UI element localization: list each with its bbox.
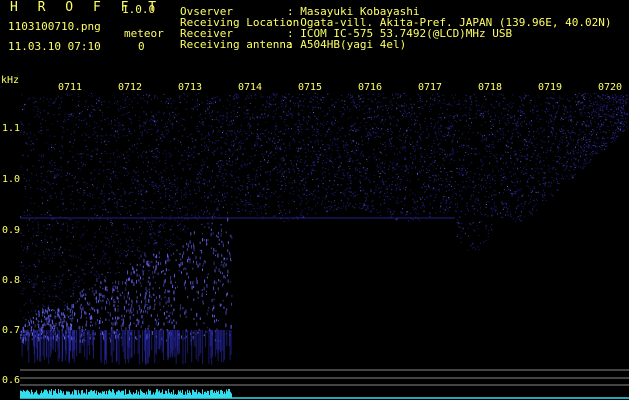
time-tick-0718: 0718 [478, 82, 502, 93]
time-tick-0717: 0717 [418, 82, 442, 93]
meteor-count: 0 [138, 40, 145, 53]
time-tick-0711: 0711 [58, 82, 82, 93]
freq-tick-0-6: 0.6 [2, 375, 20, 386]
antenna-label: Receiving antenna [180, 38, 293, 51]
app-version: 1.0.0 [122, 3, 156, 16]
freq-tick-1-1: 1.1 [2, 123, 20, 134]
time-tick-0715: 0715 [298, 82, 322, 93]
freq-tick-0-9: 0.9 [2, 225, 20, 236]
level-meter [20, 389, 629, 399]
noise-field [20, 93, 628, 321]
time-tick-0719: 0719 [538, 82, 562, 93]
image-filename: 1103100710.png [8, 20, 101, 33]
time-tick-0716: 0716 [358, 82, 382, 93]
spectrogram-panel: kHz 1.1 1.0 0.9 0.8 0.7 0.6 0711 0712 07… [1, 75, 629, 399]
time-tick-0714: 0714 [238, 82, 262, 93]
meteor-label: meteor [124, 27, 164, 40]
time-tick-0712: 0712 [118, 82, 142, 93]
freq-tick-1-0: 1.0 [2, 174, 20, 185]
time-tick-0713: 0713 [178, 82, 202, 93]
freq-unit-label: kHz [1, 75, 19, 86]
freq-tick-0-7: 0.7 [2, 325, 20, 336]
antenna-value: : A504HB(yagi 4el) [287, 38, 407, 51]
freq-tick-0-8: 0.8 [2, 275, 20, 286]
frequency-grid [20, 369, 629, 386]
capture-datetime: 11.03.10 07:10 [8, 40, 101, 53]
time-tick-0720: 0720 [598, 82, 622, 93]
